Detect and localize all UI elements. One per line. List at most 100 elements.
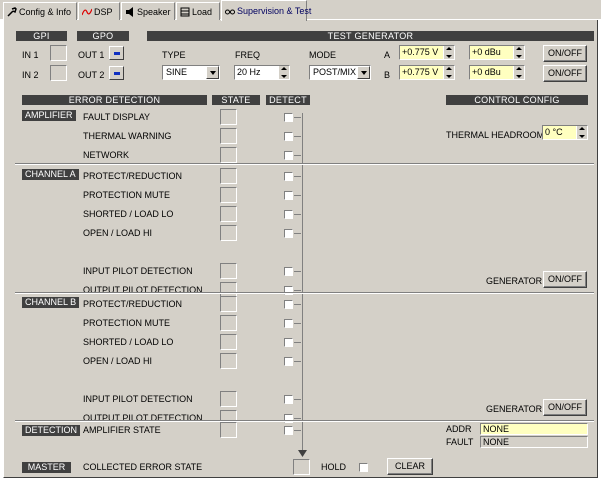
- type-select[interactable]: SINE: [162, 65, 220, 80]
- spin-arrows-icon[interactable]: [278, 66, 289, 79]
- tab-label: Load: [192, 6, 213, 17]
- a-level-volt: +0.775 V: [402, 47, 439, 57]
- spin-arrows-icon[interactable]: [513, 46, 524, 59]
- amplifier-fault-display-detect-checkbox[interactable]: [284, 113, 293, 122]
- control-config-header: CONTROL CONFIG: [446, 95, 588, 105]
- separator: [15, 292, 594, 294]
- channel-b-generator-onoff-button[interactable]: ON/OFF: [543, 399, 587, 416]
- hold-checkbox[interactable]: [359, 463, 368, 472]
- b-level-volt: +0.775 V: [402, 67, 439, 77]
- fault-label: FAULT: [446, 437, 474, 447]
- tab-label: Config & Info: [19, 6, 72, 17]
- detect-connector: [294, 117, 301, 118]
- b-level-dbu-stepper[interactable]: +0 dBu: [469, 65, 525, 80]
- spin-arrows-icon[interactable]: [443, 46, 454, 59]
- addr-field: NONE: [480, 423, 588, 435]
- detect-connector: [294, 214, 301, 215]
- thermal-headroom-value: 0 °C: [545, 127, 563, 137]
- channel-a-open-load-hi-label: OPEN / LOAD HI: [83, 228, 153, 238]
- channel-a-protect-reduction-label: PROTECT/REDUCTION: [83, 171, 182, 181]
- channel-a-open-load-hi-detect-checkbox[interactable]: [284, 229, 293, 238]
- channel-b-protect-reduction-state-led: [220, 296, 237, 312]
- spin-arrows-icon[interactable]: [576, 126, 587, 139]
- freq-stepper[interactable]: 20 Hz: [234, 65, 290, 80]
- clear-button[interactable]: CLEAR: [387, 458, 433, 475]
- amplifier-thermal-warning-label: THERMAL WARNING: [83, 131, 172, 141]
- state-header: STATE: [212, 95, 260, 105]
- tab-config-info[interactable]: Config & Info: [3, 2, 77, 20]
- tab-load[interactable]: Load: [176, 2, 220, 20]
- channel-b-generator-label: GENERATOR: [486, 404, 543, 414]
- fault-field: NONE: [480, 436, 588, 448]
- channel-a-protection-mute-detect-checkbox[interactable]: [284, 191, 293, 200]
- channel-a-input-pilot-detect-checkbox[interactable]: [284, 267, 293, 276]
- detect-bus-arrow-icon: [298, 450, 307, 457]
- mode-label: MODE: [309, 50, 336, 60]
- channel-a-generator-onoff-button[interactable]: ON/OFF: [543, 271, 587, 288]
- tab-supervision-test[interactable]: Supervision & Test: [221, 0, 311, 21]
- detect-connector: [294, 304, 301, 305]
- gpi-header: GPI: [16, 31, 67, 41]
- channel-b-protection-mute-state-led: [220, 315, 237, 331]
- detect-connector: [294, 136, 301, 137]
- collected-error-state-label: COLLECTED ERROR STATE: [83, 462, 203, 472]
- gpo-header: GPO: [77, 31, 129, 41]
- spin-arrows-icon[interactable]: [443, 66, 454, 79]
- b-level-volt-stepper[interactable]: +0.775 V: [399, 65, 455, 80]
- detect-connector: [294, 290, 301, 291]
- speaker-icon: [125, 6, 135, 17]
- amplifier-network-detect-checkbox[interactable]: [284, 151, 293, 160]
- channel-b-shorted-load-lo-label: SHORTED / LOAD LO: [83, 337, 174, 347]
- channel-b-protect-reduction-label: PROTECT/REDUCTION: [83, 299, 182, 309]
- freq-label: FREQ: [235, 50, 261, 60]
- channel-b-protect-reduction-detect-checkbox[interactable]: [284, 300, 293, 309]
- tab-label: Supervision & Test: [237, 6, 312, 16]
- a-level-dbu-stepper[interactable]: +0 dBu: [469, 45, 525, 60]
- generator-a-onoff-button[interactable]: ON/OFF: [543, 45, 587, 62]
- channel-b-section-label: CHANNEL B: [22, 297, 80, 308]
- addr-label: ADDR: [446, 424, 472, 434]
- channel-a-protect-reduction-detect-checkbox[interactable]: [284, 172, 293, 181]
- channel-b-open-load-hi-detect-checkbox[interactable]: [284, 357, 293, 366]
- tab-dsp[interactable]: DSP: [78, 2, 120, 20]
- generator-b-onoff-button[interactable]: ON/OFF: [543, 65, 587, 82]
- detect-connector: [294, 361, 301, 362]
- a-level-volt-stepper[interactable]: +0.775 V: [399, 45, 455, 60]
- channel-b-shorted-load-lo-detect-checkbox[interactable]: [284, 338, 293, 347]
- detect-header: DETECT: [266, 95, 310, 105]
- mode-select[interactable]: POST/MIX: [309, 65, 371, 80]
- channel-a-input-pilot-label: INPUT PILOT DETECTION: [83, 266, 193, 276]
- gpi-in2-label: IN 2: [22, 70, 39, 80]
- channel-a-shorted-load-lo-detect-checkbox[interactable]: [284, 210, 293, 219]
- dsp-curve-icon: [81, 7, 93, 17]
- tab-label: Speaker: [137, 6, 171, 17]
- freq-value: 20 Hz: [237, 67, 261, 77]
- b-level-dbu: +0 dBu: [472, 67, 501, 77]
- tab-speaker[interactable]: Speaker: [121, 2, 175, 20]
- chevron-down-icon[interactable]: [206, 66, 219, 79]
- spin-arrows-icon[interactable]: [513, 66, 524, 79]
- test-generator-header: TEST GENERATOR: [147, 31, 594, 41]
- tab-bar: Config & Info DSP Speaker Load Supervisi…: [0, 0, 601, 21]
- channel-b-protection-mute-detect-checkbox[interactable]: [284, 319, 293, 328]
- amplifier-thermal-warning-detect-checkbox[interactable]: [284, 132, 293, 141]
- channel-a-protection-mute-label: PROTECTION MUTE: [83, 190, 170, 200]
- amplifier-fault-display-state-led: [220, 109, 237, 125]
- channel-b-input-pilot-detect-checkbox[interactable]: [284, 395, 293, 404]
- detect-connector: [294, 342, 301, 343]
- channel-b-input-pilot-label: INPUT PILOT DETECTION: [83, 394, 193, 404]
- gpo-out2-button[interactable]: [109, 66, 124, 80]
- error-detection-header: ERROR DETECTION: [22, 95, 207, 105]
- detect-connector: [294, 399, 301, 400]
- channel-a-protect-reduction-state-led: [220, 168, 237, 184]
- separator: [15, 163, 594, 165]
- chevron-down-icon[interactable]: [357, 66, 370, 79]
- amplifier-state-detect-checkbox[interactable]: [284, 426, 293, 435]
- amplifier-network-label: NETWORK: [83, 150, 129, 160]
- type-value: SINE: [166, 67, 188, 77]
- channel-a-protection-mute-state-led: [220, 187, 237, 203]
- gpo-out1-button[interactable]: [109, 46, 124, 60]
- detection-section-label: DETECTION: [22, 425, 81, 436]
- thermal-headroom-stepper[interactable]: 0 °C: [542, 125, 588, 140]
- detect-connector: [294, 155, 301, 156]
